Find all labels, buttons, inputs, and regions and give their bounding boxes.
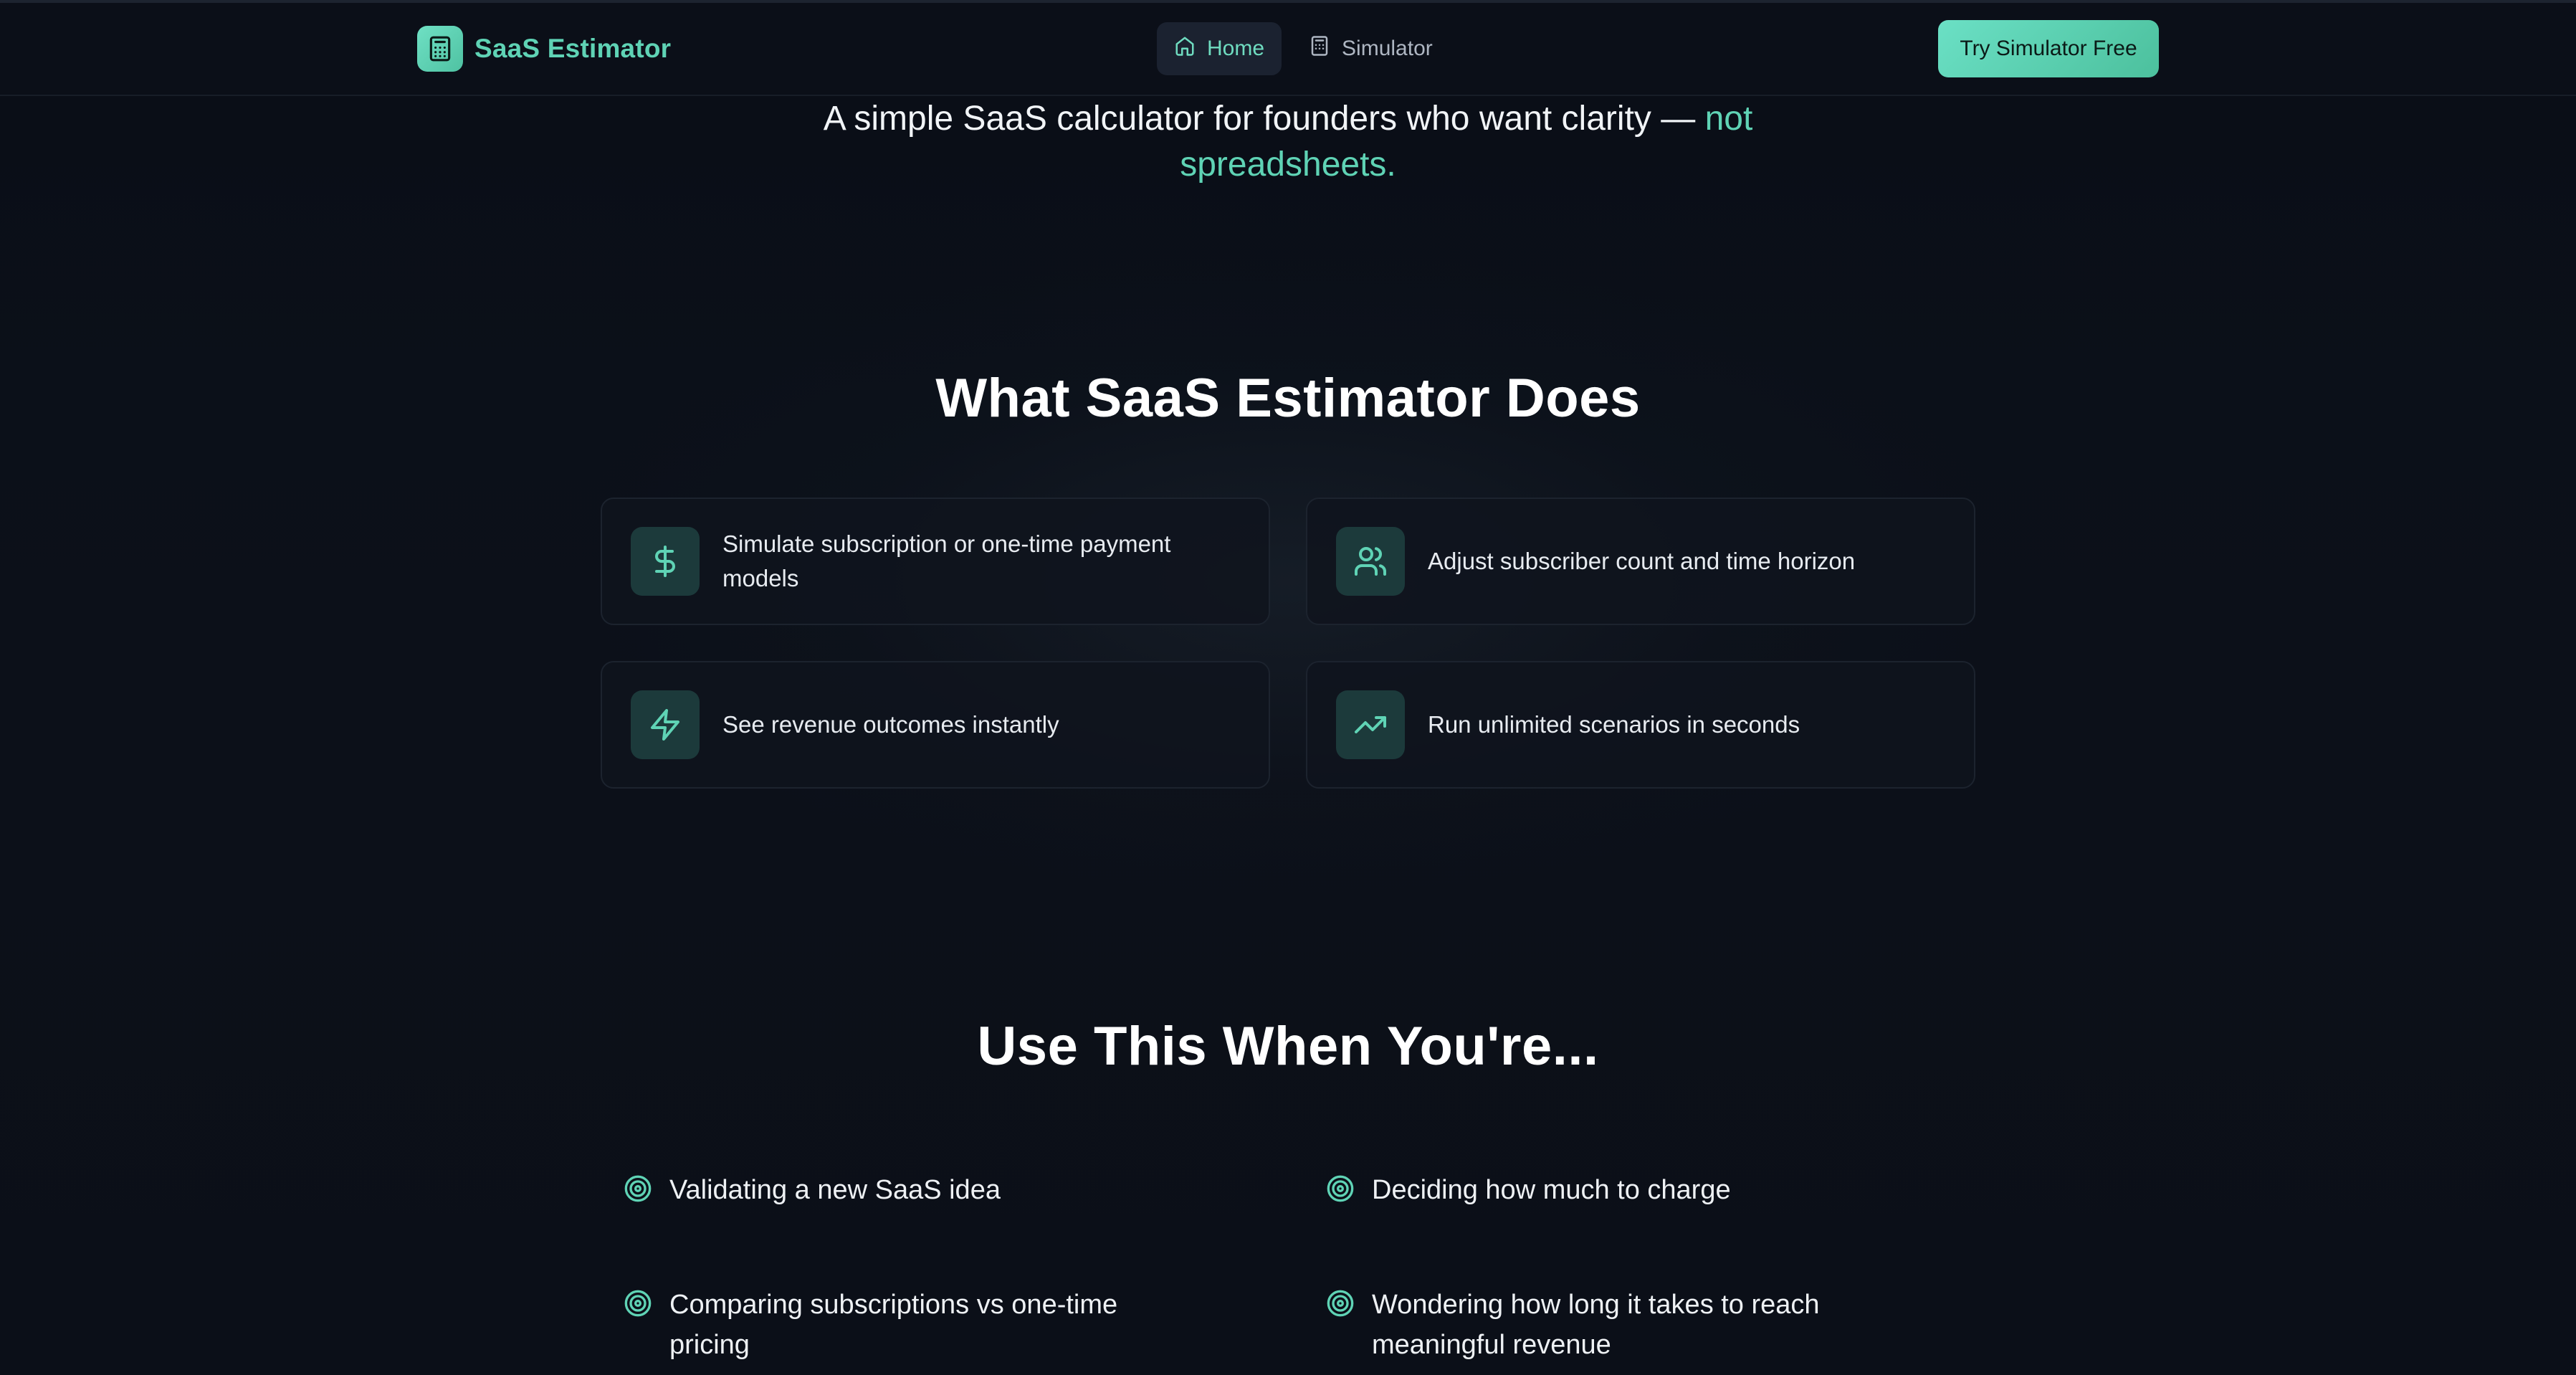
home-icon (1174, 35, 1196, 62)
feature-card: Adjust subscriber count and time horizon (1306, 498, 1975, 625)
feature-card: Run unlimited scenarios in seconds (1306, 661, 1975, 789)
target-icon (624, 1289, 652, 1318)
use-case-text: Deciding how much to charge (1372, 1175, 1731, 1205)
use-case-item: Wondering how long it takes to reach mea… (1326, 1285, 1888, 1365)
features-title: What SaaS Estimator Does (935, 368, 1641, 429)
lightning-icon (631, 690, 700, 759)
use-cases-title: Use This When You're... (977, 1016, 1599, 1077)
brand[interactable]: SaaS Estimator (417, 26, 671, 72)
target-icon (1326, 1289, 1355, 1318)
dollar-icon (631, 527, 700, 596)
hero-tagline-line-1: A simple SaaS calculator for founders wh… (0, 96, 2576, 142)
nav-link-simulator-label: Simulator (1342, 37, 1433, 60)
feature-text: See revenue outcomes instantly (722, 711, 1059, 738)
use-case-item: Validating a new SaaS idea (624, 1170, 1001, 1210)
calculator-icon (417, 26, 463, 72)
use-case-text: Validating a new SaaS idea (669, 1175, 1001, 1205)
feature-card: See revenue outcomes instantly (601, 661, 1270, 789)
hero-tagline-main: A simple SaaS calculator for founders wh… (823, 100, 1696, 138)
target-icon (1326, 1174, 1355, 1203)
hero-tagline-line-2: spreadsheets. (0, 142, 2576, 188)
top-navigation: SaaS Estimator Home Simulator Try Simula… (0, 3, 2576, 96)
try-simulator-button[interactable]: Try Simulator Free (1938, 20, 2159, 77)
users-icon (1336, 527, 1405, 596)
nav-link-home-label: Home (1207, 37, 1265, 60)
feature-card: Simulate subscription or one-time paymen… (601, 498, 1270, 625)
use-case-item: Comparing subscriptions vs one-time pric… (624, 1285, 1186, 1365)
nav-link-home[interactable]: Home (1157, 22, 1282, 75)
nav-link-simulator[interactable]: Simulator (1292, 22, 1450, 75)
hero-tagline-accent-1: not (1704, 100, 1753, 138)
target-icon (624, 1174, 652, 1203)
nav-links: Home Simulator (1157, 22, 1450, 75)
calculator-icon (1309, 35, 1330, 62)
use-case-text: Comparing subscriptions vs one-time pric… (669, 1290, 1118, 1360)
hero-tagline-accent-2: spreadsheets. (1180, 146, 1396, 184)
brand-name: SaaS Estimator (474, 34, 672, 63)
trending-up-icon (1336, 690, 1405, 759)
use-case-text: Wondering how long it takes to reach mea… (1372, 1290, 1820, 1360)
feature-text: Simulate subscription or one-time paymen… (722, 531, 1171, 591)
page: SaaS Estimator Home Simulator Try Simula… (0, 0, 2576, 1375)
feature-text: Adjust subscriber count and time horizon (1428, 548, 1856, 574)
use-case-item: Deciding how much to charge (1326, 1170, 1731, 1210)
feature-text: Run unlimited scenarios in seconds (1428, 711, 1800, 738)
